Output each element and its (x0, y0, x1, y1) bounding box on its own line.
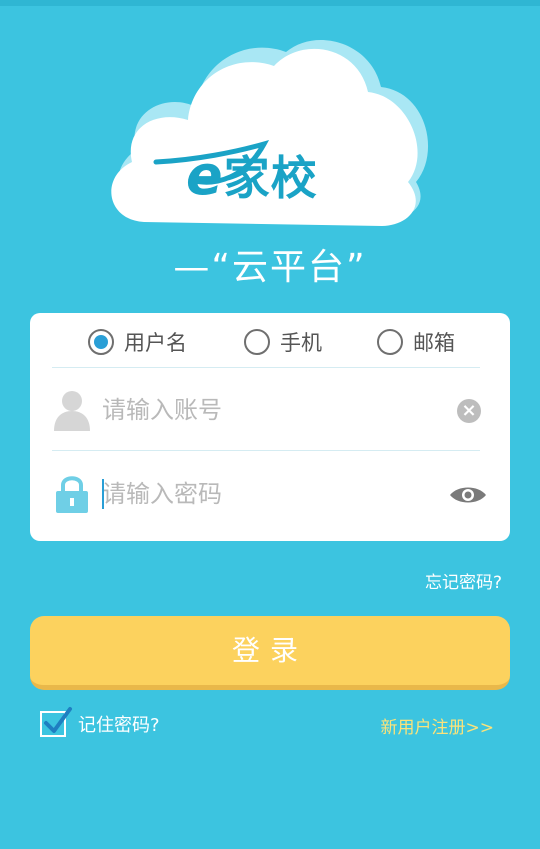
account-input[interactable] (102, 391, 442, 429)
brand-name: e家校 (186, 144, 318, 207)
radio-email-label: 邮箱 (413, 331, 455, 355)
radio-phone-label: 手机 (280, 331, 322, 355)
account-field: × (30, 375, 510, 447)
forgot-password-link[interactable]: 忘记密码? (425, 568, 502, 593)
radio-email[interactable]: 邮箱 (377, 328, 455, 356)
remember-label: 记住密码? (78, 715, 160, 736)
radio-circle[interactable] (244, 329, 270, 355)
radio-username-label: 用户名 (124, 331, 187, 355)
radio-phone[interactable]: 手机 (244, 328, 322, 356)
radio-username[interactable]: 用户名 (88, 328, 187, 356)
text-cursor (102, 479, 104, 509)
password-field (30, 459, 510, 531)
clear-icon[interactable]: × (457, 399, 481, 423)
slogan: —“云平台” (173, 247, 367, 288)
login-type-selector: 用户名 手机 邮箱 (30, 313, 510, 367)
logo-area: e家校 —“云平台” (0, 0, 540, 300)
remember-checkbox[interactable] (40, 707, 72, 737)
eye-icon[interactable] (448, 483, 488, 507)
register-link[interactable]: 新用户注册>> (381, 713, 495, 738)
divider (52, 367, 480, 368)
remember-password[interactable]: 记住密码? (40, 707, 160, 740)
divider (52, 450, 480, 451)
lock-icon (56, 476, 88, 513)
radio-circle[interactable] (88, 329, 114, 355)
password-input[interactable] (102, 475, 442, 513)
user-icon (54, 391, 90, 431)
check-icon (44, 707, 72, 733)
login-card: 用户名 手机 邮箱 × (30, 313, 510, 541)
radio-circle[interactable] (377, 329, 403, 355)
login-button[interactable]: 登录 (30, 616, 510, 690)
